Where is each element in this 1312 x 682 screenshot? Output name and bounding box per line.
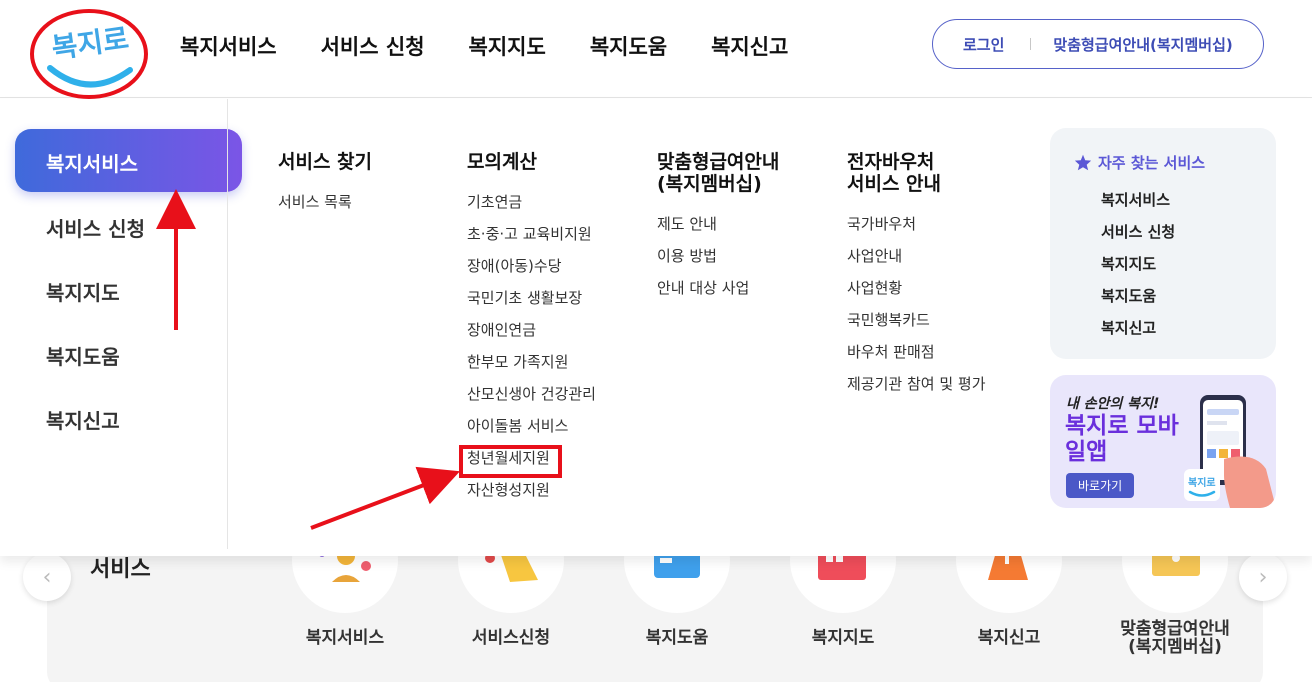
- chevron-left-icon: ‹: [42, 564, 52, 590]
- slider-prev-button[interactable]: ‹: [23, 553, 71, 601]
- chevron-right-icon: ›: [1258, 564, 1268, 590]
- menu-column-membership: 맞춤형급여안내 (복지멤버십) 제도 안내 이용 방법 안내 대상 사업: [657, 151, 779, 311]
- menu-item[interactable]: 산모신생아 건강관리: [467, 385, 596, 417]
- menu-column-e-voucher: 전자바우처 서비스 안내 국가바우처 사업안내 사업현황 국민행복카드 바우처 …: [847, 151, 986, 407]
- column-heading-line: 맞춤형급여안내: [657, 151, 780, 173]
- side-menu-service-apply[interactable]: 서비스 신청: [46, 213, 145, 242]
- nav-welfare-help[interactable]: 복지도움: [590, 31, 667, 61]
- menu-item[interactable]: 한부모 가족지원: [467, 353, 596, 385]
- column-heading[interactable]: 맞춤형급여안내 (복지멤버십): [657, 151, 779, 195]
- quick-item-label-line: 맞춤형급여안내: [1120, 619, 1230, 639]
- membership-guide-link[interactable]: 맞춤형급여안내(복지멤버십): [1053, 34, 1232, 55]
- login-box: 로그인 맞춤형급여안내(복지멤버십): [932, 19, 1264, 69]
- banner-shortcut-button[interactable]: 바로가기: [1066, 473, 1135, 498]
- divider: [1030, 38, 1032, 50]
- column-heading[interactable]: 서비스 찾기: [278, 151, 372, 173]
- column-heading-line: 서비스 안내: [847, 173, 942, 195]
- menu-item[interactable]: 바우처 판매점: [847, 343, 986, 375]
- menu-item[interactable]: 기초연금: [467, 193, 596, 225]
- menu-item[interactable]: 제도 안내: [657, 215, 779, 247]
- phone-logo-text: 복지로: [1188, 476, 1216, 489]
- menu-item[interactable]: 사업현황: [847, 279, 986, 311]
- favorite-services-box: 자주 찾는 서비스 복지서비스 서비스 신청 복지지도 복지도움 복지신고: [1050, 128, 1276, 359]
- menu-item[interactable]: 제공기관 참여 및 평가: [847, 375, 986, 407]
- favorite-item[interactable]: 복지서비스: [1101, 189, 1175, 221]
- menu-item[interactable]: 국민기초 생활보장: [467, 289, 596, 321]
- hand-pointer-icon: [485, 552, 538, 582]
- menu-column-service-find: 서비스 찾기 서비스 목록: [278, 151, 372, 225]
- menu-item[interactable]: 안내 대상 사업: [657, 279, 779, 311]
- mobile-app-banner[interactable]: 내 손안의 복지! 복지로 모바일앱 바로가기 복지로: [1050, 375, 1276, 508]
- favorite-services-title: 자주 찾는 서비스: [1074, 152, 1205, 173]
- logo-text: 복지로: [50, 22, 131, 65]
- quick-item-label[interactable]: 복지도움: [587, 629, 767, 647]
- quick-item-label-line: (복지멤버십): [1128, 637, 1222, 657]
- nav-welfare-map[interactable]: 복지지도: [469, 31, 546, 61]
- menu-item[interactable]: 장애(아동)수당: [467, 257, 596, 289]
- column-heading[interactable]: 모의계산: [467, 151, 596, 173]
- favorite-item[interactable]: 복지신고: [1101, 317, 1175, 349]
- site-header: 복지로 복지서비스 서비스 신청 복지지도 복지도움 복지신고 로그인 맞춤형급…: [0, 0, 1312, 99]
- banner-title: 복지로 모바일앱: [1065, 413, 1179, 465]
- quick-item-label[interactable]: 복지서비스: [255, 629, 435, 647]
- menu-item[interactable]: 장애인연금: [467, 321, 596, 353]
- menu-item[interactable]: 사업안내: [847, 247, 986, 279]
- nav-welfare-report[interactable]: 복지신고: [711, 31, 788, 61]
- cone-report-icon: [988, 552, 1028, 580]
- slider-next-button[interactable]: ›: [1239, 553, 1287, 601]
- bokjiro-logo[interactable]: 복지로: [28, 8, 150, 106]
- quick-item-label-membership[interactable]: 맞춤형급여안내 (복지멤버십): [1085, 620, 1265, 656]
- nav-welfare-service[interactable]: 복지서비스: [180, 31, 277, 61]
- column-heading-line: (복지멤버십): [657, 173, 762, 195]
- membership-card-icon: [1152, 552, 1200, 576]
- favorite-services-list: 복지서비스 서비스 신청 복지지도 복지도움 복지신고: [1101, 189, 1175, 349]
- menu-item[interactable]: 이용 방법: [657, 247, 779, 279]
- menu-item[interactable]: 초·중·고 교육비지원: [467, 225, 596, 257]
- login-link[interactable]: 로그인: [963, 34, 1004, 55]
- favorite-services-title-text: 자주 찾는 서비스: [1098, 154, 1206, 172]
- person-trophy-icon: [319, 552, 371, 582]
- menu-item[interactable]: 서비스 목록: [278, 193, 372, 225]
- side-menu-active-welfare-service[interactable]: 복지서비스: [15, 129, 242, 192]
- favorite-item[interactable]: 복지도움: [1101, 285, 1175, 317]
- menu-item[interactable]: 자산형성지원: [467, 481, 596, 513]
- phone-hand-icon: 복지로: [1184, 395, 1276, 508]
- column-heading[interactable]: 전자바우처 서비스 안내: [847, 151, 986, 195]
- menu-item[interactable]: 국가바우처: [847, 215, 986, 247]
- side-menu-welfare-help[interactable]: 복지도움: [46, 341, 120, 370]
- side-menu-welfare-report[interactable]: 복지신고: [46, 405, 120, 434]
- annotation-highlight-box: [459, 445, 562, 478]
- nav-service-apply[interactable]: 서비스 신청: [321, 31, 425, 61]
- quick-item-label[interactable]: 서비스신청: [421, 629, 601, 647]
- banner-subtitle: 내 손안의 복지!: [1066, 396, 1160, 412]
- star-icon: [1074, 154, 1092, 171]
- column-heading-line: 전자바우처: [847, 151, 935, 173]
- mega-menu-divider: [227, 99, 228, 549]
- map-grid-icon: [818, 552, 866, 580]
- side-menu-welfare-map[interactable]: 복지지도: [46, 277, 120, 306]
- favorite-item[interactable]: 서비스 신청: [1101, 221, 1175, 253]
- menu-item[interactable]: 국민행복카드: [847, 311, 986, 343]
- global-nav: 복지서비스 서비스 신청 복지지도 복지도움 복지신고: [180, 31, 788, 61]
- quick-item-label[interactable]: 복지지도: [753, 629, 933, 647]
- favorite-item[interactable]: 복지지도: [1101, 253, 1175, 285]
- quick-item-label[interactable]: 복지신고: [919, 629, 1099, 647]
- mega-menu: 복지서비스 서비스 신청 복지지도 복지도움 복지신고 서비스 찾기 서비스 목…: [0, 99, 1312, 556]
- document-icon: [654, 552, 700, 578]
